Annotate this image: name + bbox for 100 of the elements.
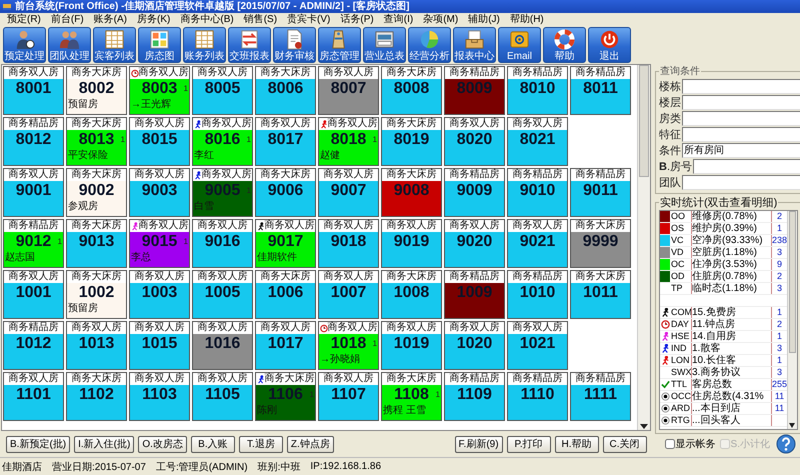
room-card[interactable]: 商务双人房 1018 →孙晓娟 1	[318, 321, 379, 370]
room-card[interactable]: 商务双人房 9020	[444, 219, 505, 268]
room-card[interactable]: 商务双人房 8001	[3, 66, 64, 115]
menu-item[interactable]: 前台(F)	[46, 13, 89, 26]
toolbar-button[interactable]: 财务审核	[273, 27, 316, 63]
room-card[interactable]: 商务双人房 9007	[318, 168, 379, 217]
room-card[interactable]: 商务大床房 1008	[381, 270, 442, 319]
room-card[interactable]: 商务大床房 9006	[255, 168, 316, 217]
checkbox[interactable]	[664, 439, 675, 449]
room-card[interactable]: 商务双人房 8018 赵健 1	[318, 117, 379, 166]
menu-item[interactable]: 贵宾卡(V)	[282, 13, 336, 26]
toolbar-button[interactable]: 宾客列表	[93, 27, 136, 63]
room-card[interactable]: 商务精品房 9011	[570, 168, 631, 217]
input-field[interactable]: 所有房间	[682, 142, 800, 158]
room-card[interactable]: 商务精品房 9010	[507, 168, 568, 217]
room-card[interactable]: 商务双人房 9018	[318, 219, 379, 268]
room-card[interactable]: 商务双人房 1103	[129, 372, 190, 421]
room-card[interactable]: 商务大床房 8006	[255, 66, 316, 115]
room-card[interactable]: 商务精品房 8010	[507, 66, 568, 115]
room-card[interactable]: 商务双人房 1016	[192, 321, 253, 370]
room-card[interactable]: 商务双人房 1101	[3, 372, 64, 421]
room-card[interactable]: 商务大床房 1108 携程 王雪 1	[381, 372, 442, 421]
toolbar-button[interactable]: 退出	[588, 27, 631, 63]
toolbar-button[interactable]: 房态图	[138, 27, 181, 63]
action-button[interactable]: P.打印	[506, 436, 551, 452]
room-card[interactable]: 商务精品房 1012	[3, 321, 64, 370]
help-icon[interactable]	[776, 434, 796, 454]
action-button[interactable]: B.入账	[190, 436, 235, 452]
toolbar-button[interactable]: 房态管理	[318, 27, 361, 63]
toolbar-button[interactable]: 经营分析	[408, 27, 451, 63]
room-card[interactable]: 商务大床房 9008	[381, 168, 442, 217]
input-field[interactable]	[693, 158, 800, 174]
room-card[interactable]: 商务双人房 8016 李红 1	[192, 117, 253, 166]
room-card[interactable]: 商务大床房 1002 预留房	[66, 270, 127, 319]
room-card[interactable]: 商务双人房 1007	[318, 270, 379, 319]
room-card[interactable]: 商务双人房 1013	[66, 321, 127, 370]
room-card[interactable]: 商务精品房 1109	[444, 372, 505, 421]
toolbar-button[interactable]: 交班报表	[228, 27, 271, 63]
menu-item[interactable]: 房务(K)	[132, 13, 176, 26]
room-card[interactable]: 商务双人房 9021	[507, 219, 568, 268]
input-field[interactable]	[682, 126, 800, 142]
room-card[interactable]: 商务大床房 8002 预留房	[66, 66, 127, 115]
input-field[interactable]	[682, 78, 800, 94]
room-card[interactable]: 商务大床房 9002 参观房	[66, 168, 127, 217]
action-button[interactable]: T.退房	[238, 436, 283, 452]
room-card[interactable]: 商务精品房 1110	[507, 372, 568, 421]
toolbar-button[interactable]: 团队处理	[48, 27, 91, 63]
room-card[interactable]: 商务大床房 8008	[381, 66, 442, 115]
room-card[interactable]: 商务双人房 9019	[381, 219, 442, 268]
room-card[interactable]: 商务双人房 9016	[192, 219, 253, 268]
room-card[interactable]: 商务精品房 8009	[444, 66, 505, 115]
action-button[interactable]: F.刷新(9)	[454, 436, 503, 452]
menu-item[interactable]: 预定(R)	[2, 13, 46, 26]
toolbar-button[interactable]: 预定处理	[3, 27, 46, 63]
menu-item[interactable]: 话务(P)	[335, 13, 379, 26]
room-card[interactable]: 商务双人房 9017 佳期软件	[255, 219, 316, 268]
room-card[interactable]: 商务大床房 8013 平安保险 1	[66, 117, 127, 166]
action-button[interactable]: Z.钟点房	[286, 436, 334, 452]
room-card[interactable]: 商务大床房 1006	[255, 270, 316, 319]
room-card[interactable]: 商务双人房 1021	[507, 321, 568, 370]
room-card[interactable]: 商务双人房 8007	[318, 66, 379, 115]
menu-item[interactable]: 辅助(J)	[463, 13, 505, 26]
toolbar-button[interactable]: 帮助	[543, 27, 586, 63]
room-card[interactable]: 商务大床房 1102	[66, 372, 127, 421]
room-card[interactable]: 商务精品房 8012	[3, 117, 64, 166]
action-button[interactable]: O.改房态	[138, 436, 187, 452]
room-card[interactable]: 商务双人房 9003	[129, 168, 190, 217]
action-button[interactable]: H.帮助	[554, 436, 599, 452]
vertical-scrollbar[interactable]	[787, 211, 798, 429]
room-card[interactable]: 商务大床房 1011	[570, 270, 631, 319]
room-card[interactable]: 商务双人房 1001	[3, 270, 64, 319]
menu-item[interactable]: 帮助(H)	[504, 13, 549, 26]
action-button[interactable]: B.新预定(批)	[6, 436, 70, 452]
toolbar-button[interactable]: 营业总表	[363, 27, 406, 63]
room-card[interactable]: 商务双人房 1017	[255, 321, 316, 370]
input-field[interactable]	[682, 94, 800, 110]
toolbar-button[interactable]: 报表中心	[453, 27, 496, 63]
room-card[interactable]: 商务双人房 1105	[192, 372, 253, 421]
room-card[interactable]: 商务双人房 1020	[444, 321, 505, 370]
room-card[interactable]: 商务双人房 8021	[507, 117, 568, 166]
room-card[interactable]: 商务双人房 8003 →王光辉 1	[129, 66, 190, 115]
room-card[interactable]: 商务双人房 1019	[381, 321, 442, 370]
room-card[interactable]: 商务双人房 1015	[129, 321, 190, 370]
input-field[interactable]	[682, 110, 800, 126]
room-card[interactable]: 商务精品房 1111	[570, 372, 631, 421]
vertical-scrollbar[interactable]	[637, 65, 650, 430]
input-field[interactable]	[682, 174, 800, 190]
menu-item[interactable]: 杂项(M)	[418, 13, 464, 26]
room-card[interactable]: 商务双人房 1107	[318, 372, 379, 421]
action-button[interactable]: I.新入住(批)	[74, 436, 134, 452]
toolbar-button[interactable]: Email	[498, 27, 541, 63]
room-card[interactable]: 商务双人房 1003	[129, 270, 190, 319]
menu-item[interactable]: 账务(A)	[88, 13, 132, 26]
room-card[interactable]: 商务精品房 9012 赵志国 1	[3, 219, 64, 268]
toolbar-button[interactable]: 账务列表	[183, 27, 226, 63]
room-card[interactable]: 商务双人房 9005 白雪 1	[192, 168, 253, 217]
room-card[interactable]: 商务双人房 8005	[192, 66, 253, 115]
room-card[interactable]: 商务大床房 9999	[570, 219, 631, 268]
action-button[interactable]: C.关闭	[602, 436, 647, 452]
room-card[interactable]: 商务大床房 9013	[66, 219, 127, 268]
